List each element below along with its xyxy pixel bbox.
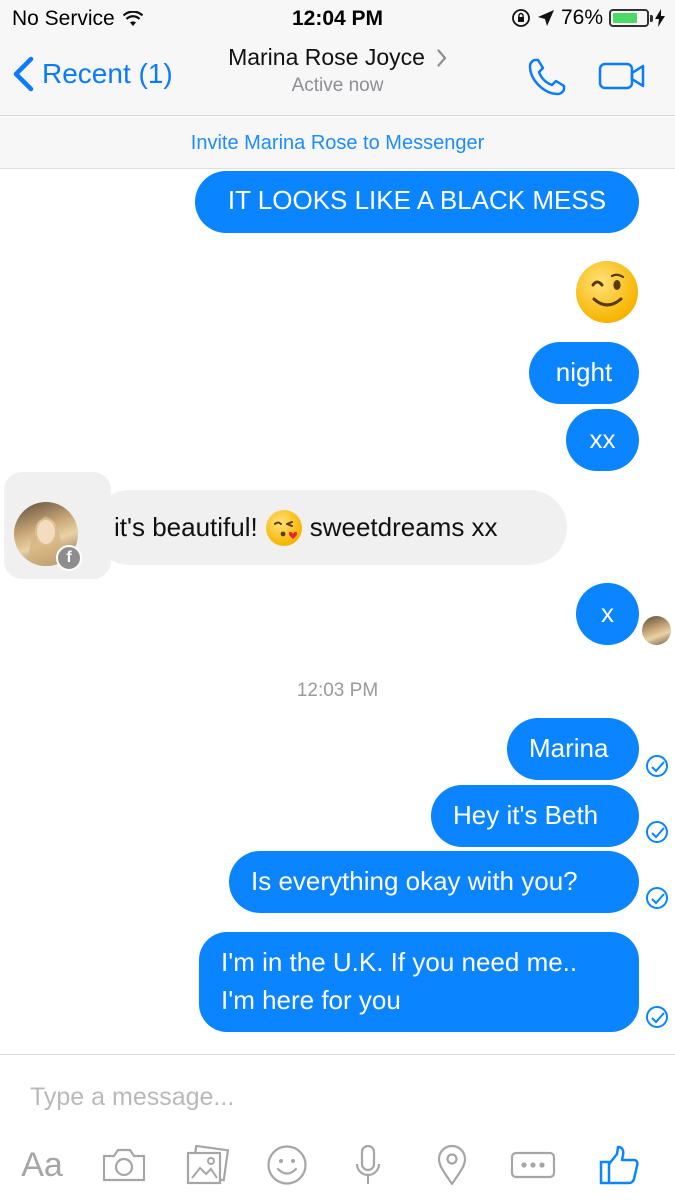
smiley-icon <box>267 1145 307 1185</box>
incoming-text-start: it's beautiful! <box>114 512 258 542</box>
more-dots-icon <box>510 1151 556 1179</box>
voice-button[interactable] <box>350 1137 386 1193</box>
text-format-label: Aa <box>21 1145 63 1184</box>
gallery-button[interactable] <box>182 1137 232 1193</box>
charging-bolt-icon <box>655 9 665 27</box>
message-line: I'm in the U.K. If you need me.. <box>221 947 578 977</box>
phone-icon <box>528 58 566 96</box>
invite-banner[interactable]: Invite Marina Rose to Messenger <box>0 117 675 169</box>
kissing-heart-emoji-icon <box>265 509 302 546</box>
timestamp: 12:03 PM <box>296 680 379 701</box>
message-line: I'm here for you <box>221 985 401 1015</box>
facebook-badge-icon: f <box>56 545 82 571</box>
message-outgoing[interactable]: Is everything okay with you? <box>229 851 639 913</box>
location-arrow-icon <box>537 10 554 26</box>
location-pin-icon <box>437 1144 467 1186</box>
video-call-button[interactable] <box>598 62 646 95</box>
like-button[interactable] <box>596 1137 642 1193</box>
contact-title[interactable]: Marina Rose Joyce Active now <box>0 44 675 97</box>
message-outgoing[interactable]: xx <box>566 409 639 471</box>
message-outgoing[interactable]: I'm in the U.K. If you need me.. I'm her… <box>199 932 639 1032</box>
video-camera-icon <box>598 62 645 90</box>
battery-level <box>613 13 638 23</box>
message-input[interactable]: Type a message... <box>30 1083 234 1112</box>
battery-icon <box>609 9 653 27</box>
call-button[interactable] <box>526 56 568 103</box>
camera-button[interactable] <box>98 1137 150 1193</box>
message-outgoing[interactable]: night <box>529 342 639 404</box>
status-bar: No Service 12:04 PM 76% <box>0 0 675 40</box>
seen-avatar <box>642 616 671 645</box>
contact-name: Marina Rose Joyce <box>228 44 425 70</box>
delivered-check-icon <box>646 1006 668 1028</box>
message-outgoing[interactable]: Hey it's Beth <box>431 785 639 847</box>
battery-percent: 76% <box>560 6 603 29</box>
status-right: 76% <box>511 6 665 30</box>
conversation-header: Recent (1) Marina Rose Joyce Active now <box>0 40 675 116</box>
location-button[interactable] <box>434 1137 470 1193</box>
text-format-button[interactable]: Aa <box>14 1137 70 1193</box>
thumbs-up-icon <box>599 1145 639 1185</box>
incoming-text-end: sweetdreams xx <box>309 512 498 542</box>
rotation-lock-icon <box>512 9 530 27</box>
delivered-check-icon <box>646 821 668 843</box>
winking-emoji-icon[interactable] <box>576 261 638 323</box>
message-outgoing[interactable]: IT LOOKS LIKE A BLACK MESS <box>195 171 639 233</box>
message-outgoing[interactable]: x <box>576 583 639 645</box>
composer: Type a message... Aa <box>0 1054 675 1200</box>
message-incoming[interactable]: it's beautiful! sweetdreams xx <box>92 490 567 565</box>
composer-toolbar: Aa <box>0 1137 675 1197</box>
message-outgoing[interactable]: Marina <box>507 718 639 780</box>
gallery-icon <box>186 1145 229 1185</box>
chevron-right-icon <box>437 48 447 67</box>
emoji-button[interactable] <box>264 1137 310 1193</box>
delivered-check-icon <box>646 755 668 777</box>
microphone-icon <box>355 1144 381 1184</box>
more-button[interactable] <box>508 1137 558 1193</box>
delivered-check-icon <box>646 887 668 909</box>
camera-icon <box>102 1148 146 1182</box>
contact-status: Active now <box>291 75 384 96</box>
